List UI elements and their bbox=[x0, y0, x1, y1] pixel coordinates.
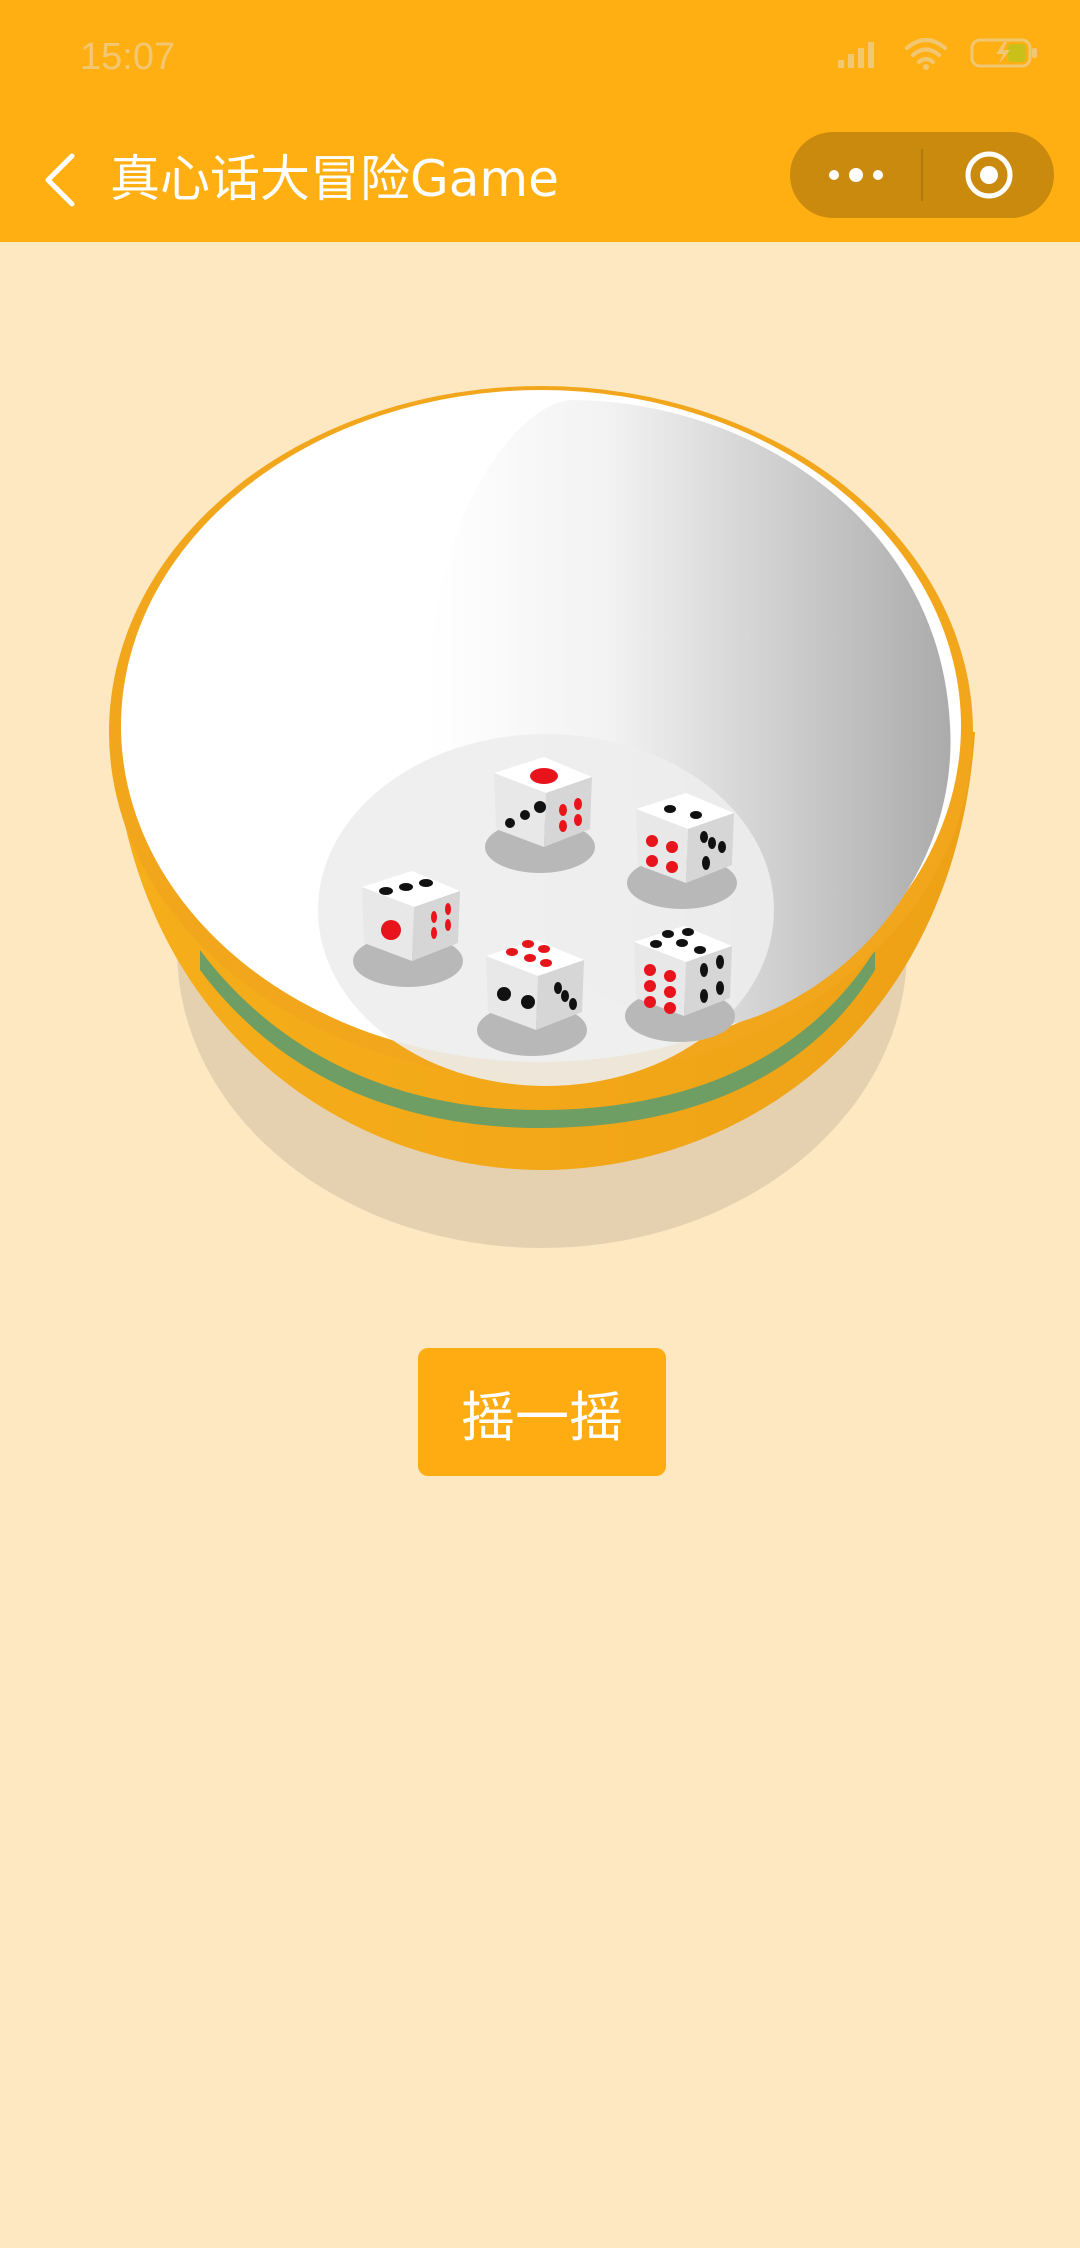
chevron-left-icon bbox=[45, 153, 75, 207]
battery-charging-icon bbox=[970, 38, 1037, 68]
more-dots-icon bbox=[828, 168, 883, 182]
close-button[interactable] bbox=[923, 132, 1054, 218]
status-icons bbox=[838, 36, 1040, 70]
wifi-icon bbox=[905, 38, 947, 70]
shake-button[interactable]: 摇一摇 bbox=[418, 1348, 666, 1476]
dice-4 bbox=[477, 940, 587, 1056]
dice-5 bbox=[625, 926, 735, 1042]
back-button[interactable] bbox=[30, 142, 90, 218]
signal-icon bbox=[838, 42, 874, 68]
page-title: 真心话大冒险Game bbox=[110, 150, 559, 208]
status-bar: 15:07 bbox=[0, 0, 1080, 118]
capsule-menu bbox=[790, 132, 1054, 218]
more-button[interactable] bbox=[790, 132, 921, 218]
nav-bar: 真心话大冒险Game bbox=[0, 118, 1080, 242]
status-time: 15:07 bbox=[80, 36, 176, 78]
dice-bowl-scene bbox=[109, 386, 975, 1248]
target-circle-icon bbox=[965, 151, 1012, 199]
dice-2 bbox=[627, 793, 737, 909]
dice-1 bbox=[485, 757, 595, 873]
dice-3 bbox=[353, 871, 463, 987]
